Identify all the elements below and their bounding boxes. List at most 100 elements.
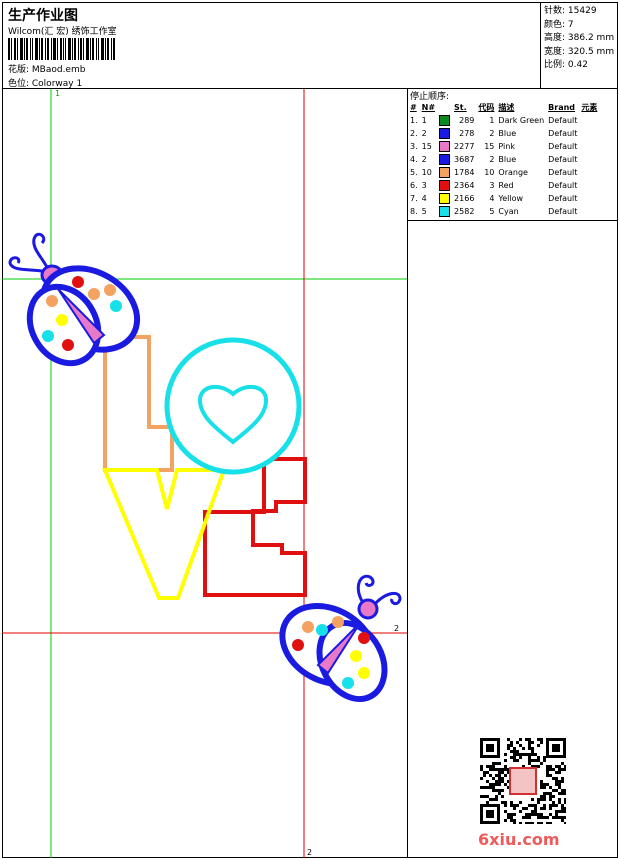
table-row: 6. 3 2364 3 Red Default bbox=[408, 179, 599, 192]
row-index: 3. bbox=[410, 142, 418, 151]
col-header-index: # bbox=[410, 103, 417, 112]
row-element bbox=[579, 192, 599, 205]
table-row: 1. 1 289 1 Dark Green Default bbox=[408, 114, 599, 127]
row-stitches: 278 bbox=[459, 129, 475, 138]
table-row: 5. 10 1784 10 Orange Default bbox=[408, 166, 599, 179]
stat-stitches: 针数: 15429 bbox=[544, 6, 597, 16]
table-header-row: # N# St. 代码 描述 Brand 元素 bbox=[408, 101, 599, 114]
row-element bbox=[579, 114, 599, 127]
row-index: 6. bbox=[410, 181, 418, 190]
row-brand: Default bbox=[548, 129, 578, 138]
color-swatch bbox=[439, 128, 451, 139]
color-swatch bbox=[439, 206, 451, 217]
color-swatch bbox=[439, 141, 451, 152]
row-swatch bbox=[437, 192, 452, 205]
row-description: Blue bbox=[498, 129, 517, 138]
row-description: Yellow bbox=[498, 194, 524, 203]
col-header-element: 元素 bbox=[581, 103, 598, 112]
row-code: 1 bbox=[489, 116, 495, 125]
col-header-needle: N# bbox=[421, 103, 436, 112]
row-brand: Default bbox=[548, 194, 578, 203]
row-swatch bbox=[437, 153, 452, 166]
stat-scale: 比例: 0.42 bbox=[544, 60, 588, 70]
row-brand: Default bbox=[548, 168, 578, 177]
qr-logo bbox=[509, 767, 537, 795]
row-element bbox=[579, 153, 599, 166]
row-swatch bbox=[437, 179, 452, 192]
row-description: Orange bbox=[498, 168, 528, 177]
row-index: 4. bbox=[410, 155, 418, 164]
col-header-brand: Brand bbox=[548, 103, 576, 112]
stat-colors: 颜色: 7 bbox=[544, 19, 574, 30]
row-needle: 10 bbox=[421, 168, 432, 177]
row-code: 2 bbox=[489, 155, 495, 164]
row-stitches: 1784 bbox=[454, 168, 475, 177]
row-swatch bbox=[437, 127, 452, 140]
row-element bbox=[579, 166, 599, 179]
table-row: 3. 15 2277 15 Pink Default bbox=[408, 140, 599, 153]
design-canvas: 1 2 2 bbox=[2, 89, 408, 858]
table-row: 4. 2 3687 2 Blue Default bbox=[408, 153, 599, 166]
row-description: Pink bbox=[498, 142, 515, 151]
row-swatch bbox=[437, 205, 452, 218]
header: 生产作业图 Wilcom(汇 宏) 绣饰工作室 花版: MBaod.emb 色位… bbox=[2, 2, 618, 89]
letter-o bbox=[164, 337, 302, 475]
row-needle: 4 bbox=[421, 194, 427, 203]
color-swatch bbox=[439, 193, 451, 204]
embroidery-artwork: 1 2 2 bbox=[2, 89, 407, 858]
row-stitches: 2364 bbox=[454, 181, 475, 190]
row-stitches: 2582 bbox=[454, 207, 475, 216]
green-guide-label: 1 bbox=[55, 89, 60, 98]
col-header-code: 代码 bbox=[478, 103, 495, 112]
row-swatch bbox=[437, 166, 452, 179]
row-needle: 3 bbox=[421, 181, 427, 190]
row-brand: Default bbox=[548, 116, 578, 125]
row-code: 4 bbox=[489, 194, 495, 203]
red-guide-label-right: 2 bbox=[394, 624, 399, 633]
row-index: 8. bbox=[410, 207, 418, 216]
row-swatch bbox=[437, 140, 452, 153]
qr-code bbox=[480, 738, 566, 824]
row-index: 1. bbox=[410, 116, 418, 125]
row-needle: 15 bbox=[421, 142, 432, 151]
row-brand: Default bbox=[548, 181, 578, 190]
watermark: 6xiu.com bbox=[478, 830, 560, 849]
row-code: 3 bbox=[489, 181, 495, 190]
row-index: 7. bbox=[410, 194, 418, 203]
row-element bbox=[579, 140, 599, 153]
table-row: 2. 2 278 2 Blue Default bbox=[408, 127, 599, 140]
row-needle: 1 bbox=[421, 116, 427, 125]
row-index: 2. bbox=[410, 129, 418, 138]
row-description: Blue bbox=[498, 155, 517, 164]
company-name: Wilcom(汇 宏) 绣饰工作室 bbox=[8, 27, 117, 37]
color-swatch bbox=[439, 180, 451, 191]
col-header-stitches: St. bbox=[454, 103, 467, 112]
colorway-label: 色位: Colorway 1 bbox=[8, 79, 83, 89]
row-needle: 5 bbox=[421, 207, 427, 216]
color-swatch bbox=[439, 115, 451, 126]
row-stitches: 2277 bbox=[454, 142, 475, 151]
row-code: 5 bbox=[489, 207, 495, 216]
row-code: 2 bbox=[489, 129, 495, 138]
row-stitches: 289 bbox=[459, 116, 475, 125]
letter-l bbox=[103, 335, 174, 472]
stop-sequence-panel: 停止顺序: # N# St. 代码 描述 Brand 元素 1. 1 289 1 Dar… bbox=[408, 89, 618, 221]
col-header-swatch bbox=[437, 101, 452, 114]
stat-width: 宽度: 320.5 mm bbox=[544, 46, 615, 57]
row-stitches: 3687 bbox=[454, 155, 475, 164]
row-swatch bbox=[437, 114, 452, 127]
red-guide-label-bottom: 2 bbox=[307, 848, 312, 857]
row-element bbox=[579, 127, 599, 140]
row-index: 5. bbox=[410, 168, 418, 177]
color-swatch bbox=[439, 154, 451, 165]
table-row: 8. 5 2582 5 Cyan Default bbox=[408, 205, 599, 218]
color-swatch bbox=[439, 167, 451, 178]
table-row: 7. 4 2166 4 Yellow Default bbox=[408, 192, 599, 205]
design-file-label: 花版: MBaod.emb bbox=[8, 65, 86, 75]
row-element bbox=[579, 179, 599, 192]
row-description: Red bbox=[498, 181, 514, 190]
row-brand: Default bbox=[548, 155, 578, 164]
row-stitches: 2166 bbox=[454, 194, 475, 203]
stats-panel: 针数: 15429 颜色: 7 高度: 386.2 mm 宽度: 320.5 m… bbox=[540, 2, 618, 88]
ladybug-top-left bbox=[8, 232, 141, 367]
